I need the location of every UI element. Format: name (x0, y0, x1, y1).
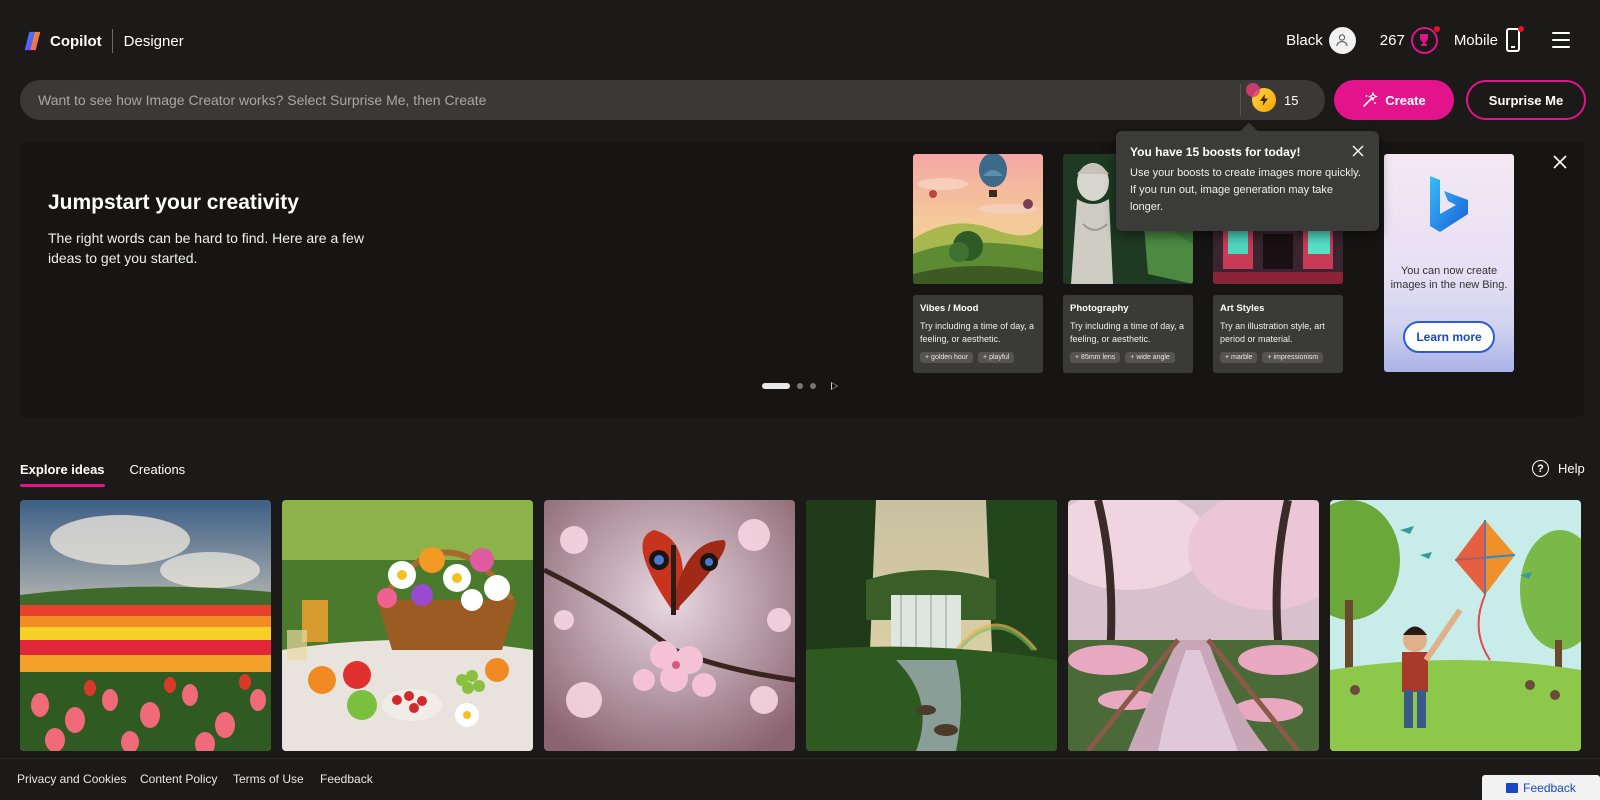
learn-more-button[interactable]: Learn more (1403, 321, 1495, 353)
tab-creations[interactable]: Creations (130, 462, 186, 487)
idea-info: Photography Try including a time of day,… (1063, 295, 1193, 373)
gallery-image-picnic-basket[interactable] (282, 500, 533, 751)
content-policy-link[interactable]: Content Policy (140, 772, 217, 786)
privacy-link[interactable]: Privacy and Cookies (17, 772, 126, 786)
idea-chip[interactable]: + 85mm lens (1070, 352, 1121, 363)
create-button[interactable]: Create (1334, 80, 1454, 120)
trophy-icon (1420, 34, 1429, 46)
help-icon: ? (1532, 460, 1549, 477)
hamburger-menu-icon[interactable] (1552, 32, 1570, 48)
copilot-logo-icon (24, 31, 41, 51)
brand-divider (111, 29, 113, 53)
carousel-controls (762, 382, 838, 390)
gallery-image-butterfly[interactable] (544, 500, 795, 751)
help-label: Help (1558, 461, 1585, 476)
boosts-tooltip: You have 15 boosts for today! Use your b… (1116, 131, 1379, 231)
close-icon[interactable] (1351, 144, 1365, 158)
idea-title: Photography (1070, 303, 1129, 314)
feedback-icon (1506, 782, 1519, 793)
idea-info: Art Styles Try an illustration style, ar… (1213, 295, 1343, 373)
idea-chip[interactable]: + marble (1220, 352, 1258, 363)
bing-logo-icon (1430, 176, 1468, 232)
gallery-image-waterfall[interactable] (806, 500, 1057, 751)
gallery-tabs: Explore ideas Creations (20, 462, 210, 487)
close-icon[interactable] (1553, 155, 1567, 169)
brand-name: Copilot (50, 32, 102, 50)
prompt-bar: 15 (20, 80, 1325, 120)
points-count[interactable]: 267 (1380, 32, 1405, 49)
notification-dot (1518, 26, 1524, 32)
idea-chip[interactable]: + wide angle (1125, 352, 1175, 363)
idea-description: Try including a time of day, a feeling, … (1070, 321, 1185, 344)
idea-chip[interactable]: + impressionism (1262, 352, 1324, 363)
idea-chip[interactable]: + playful (978, 352, 1015, 363)
idea-chip[interactable]: + golden hour (920, 352, 974, 363)
hero-description: The right words can be hard to find. Her… (48, 230, 364, 266)
bing-promo-text: You can now create images in the new Bin… (1390, 265, 1508, 291)
avatar[interactable] (1328, 26, 1356, 54)
carousel-dot[interactable] (762, 383, 790, 389)
idea-title: Vibes / Mood (920, 303, 979, 314)
carousel-dot[interactable] (810, 383, 816, 389)
idea-image (913, 154, 1043, 284)
boost-count: 15 (1284, 92, 1299, 108)
explore-gallery (20, 500, 1592, 751)
idea-title: Art Styles (1220, 303, 1265, 314)
rewards-button[interactable] (1410, 25, 1440, 54)
tab-explore-ideas[interactable]: Explore ideas (20, 462, 105, 487)
tooltip-body: Use your boosts to create images more qu… (1130, 167, 1361, 213)
gallery-image-cherry-blossom-path[interactable] (1068, 500, 1319, 751)
prompt-divider (1240, 84, 1241, 116)
terms-link[interactable]: Terms of Use (233, 772, 304, 786)
notification-dot (1433, 25, 1440, 32)
feedback-link[interactable]: Feedback (320, 772, 373, 786)
header: Copilot Designer Black 267 Mobile (0, 0, 1600, 80)
header-actions: Black 267 Mobile (1286, 24, 1600, 56)
footer: Privacy and Cookies Content Policy Terms… (0, 758, 1600, 800)
tooltip-title: You have 15 boosts for today! (1130, 145, 1301, 159)
brand[interactable]: Copilot Designer (22, 29, 184, 53)
play-icon[interactable] (831, 382, 838, 390)
idea-card-vibes[interactable]: Vibes / Mood Try including a time of day… (913, 154, 1043, 373)
hero-title: Jumpstart your creativity (48, 191, 299, 214)
gallery-image-tulip-field[interactable] (20, 500, 271, 751)
mobile-label[interactable]: Mobile (1454, 32, 1498, 49)
mobile-phone-icon[interactable] (1506, 26, 1524, 52)
surprise-me-button[interactable]: Surprise Me (1466, 80, 1586, 120)
idea-info: Vibes / Mood Try including a time of day… (913, 295, 1043, 373)
user-icon (1336, 34, 1348, 47)
feedback-button-label: Feedback (1523, 780, 1576, 795)
feedback-button[interactable]: Feedback (1482, 775, 1600, 800)
idea-description: Try including a time of day, a feeling, … (920, 321, 1035, 344)
help-link[interactable]: ? Help (1532, 460, 1585, 477)
create-sparkle-icon (1363, 92, 1379, 107)
create-label: Create (1385, 92, 1426, 108)
boost-bolt-icon (1246, 83, 1276, 112)
boost-indicator[interactable]: 15 (1246, 83, 1299, 112)
user-name[interactable]: Black (1286, 32, 1323, 49)
idea-description: Try an illustration style, art period or… (1220, 321, 1325, 344)
prompt-input[interactable] (38, 80, 1218, 120)
product-name: Designer (123, 32, 184, 50)
gallery-image-kite-park[interactable] (1330, 500, 1581, 751)
carousel-dot[interactable] (797, 383, 803, 389)
bing-promo-card: You can now create images in the new Bin… (1384, 154, 1514, 372)
